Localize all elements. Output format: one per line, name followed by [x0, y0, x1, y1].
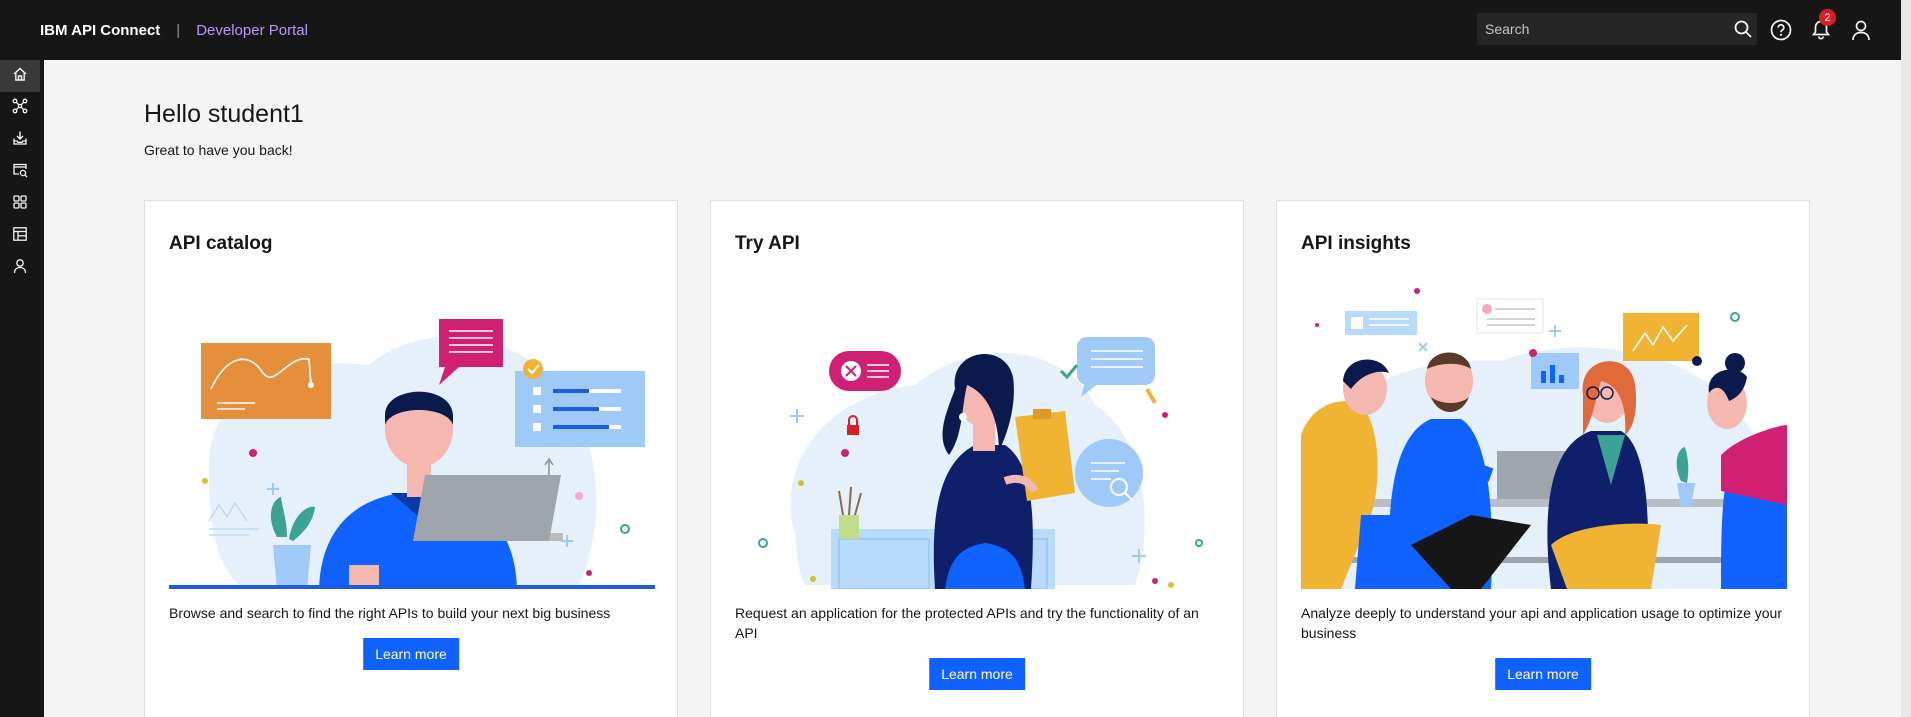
portal-name[interactable]: Developer Portal	[196, 22, 308, 39]
search-icon[interactable]	[1729, 13, 1757, 45]
scrollbar-gutter[interactable]	[1901, 0, 1911, 717]
api-network-icon	[12, 98, 28, 119]
learn-more-button-try-api[interactable]: Learn more	[929, 658, 1025, 690]
search-input[interactable]	[1477, 13, 1729, 45]
search-box	[1477, 13, 1757, 45]
top-header: IBM API Connect | Developer Portal 2	[0, 0, 1901, 60]
page-subgreeting: Great to have you back!	[144, 142, 293, 158]
home-icon	[12, 66, 28, 87]
user-icon	[12, 258, 28, 279]
card-title: Try API	[735, 233, 800, 254]
sidebar-item-apps[interactable]	[0, 188, 40, 220]
learn-more-button-api-insights[interactable]: Learn more	[1495, 658, 1591, 690]
card-try-api: Try API Request an application for the p…	[710, 200, 1244, 717]
dashboard-table-icon	[12, 226, 28, 247]
sidebar-item-home[interactable]	[0, 60, 40, 92]
sidebar-item-apps-download[interactable]	[0, 124, 40, 156]
api-insights-illustration	[1301, 288, 1787, 589]
user-profile-icon[interactable]	[1845, 14, 1877, 46]
brand: IBM API Connect | Developer Portal	[40, 0, 308, 60]
api-catalog-illustration	[169, 319, 655, 589]
card-description: Analyze deeply to understand your api an…	[1301, 605, 1782, 641]
notification-bell-icon[interactable]: 2	[1805, 9, 1837, 46]
sidebar-item-api-network[interactable]	[0, 92, 40, 124]
sidebar-item-account[interactable]	[0, 252, 40, 284]
card-description: Browse and search to find the right APIs…	[169, 605, 611, 621]
card-api-insights: API insights Analyze deeply to understan…	[1276, 200, 1810, 717]
card-title: API catalog	[169, 233, 273, 254]
card-description: Request an application for the protected…	[735, 605, 1199, 641]
card-title: API insights	[1301, 233, 1411, 254]
brand-separator: |	[176, 21, 181, 39]
download-apps-icon	[12, 130, 28, 151]
help-icon[interactable]	[1765, 14, 1797, 46]
learn-more-button-api-catalog[interactable]: Learn more	[363, 638, 459, 670]
sidebar-item-catalog-search[interactable]	[0, 156, 40, 188]
sidebar-item-dashboard[interactable]	[0, 220, 40, 252]
notification-badge: 2	[1819, 9, 1836, 26]
card-api-catalog: API catalog Browse and search to find th…	[144, 200, 678, 717]
product-name[interactable]: IBM API Connect	[40, 22, 160, 39]
page-greeting: Hello student1	[144, 100, 304, 128]
apps-grid-icon	[12, 194, 28, 215]
left-sidebar	[0, 60, 44, 717]
try-api-illustration	[758, 337, 1203, 589]
catalog-search-icon	[12, 162, 28, 183]
